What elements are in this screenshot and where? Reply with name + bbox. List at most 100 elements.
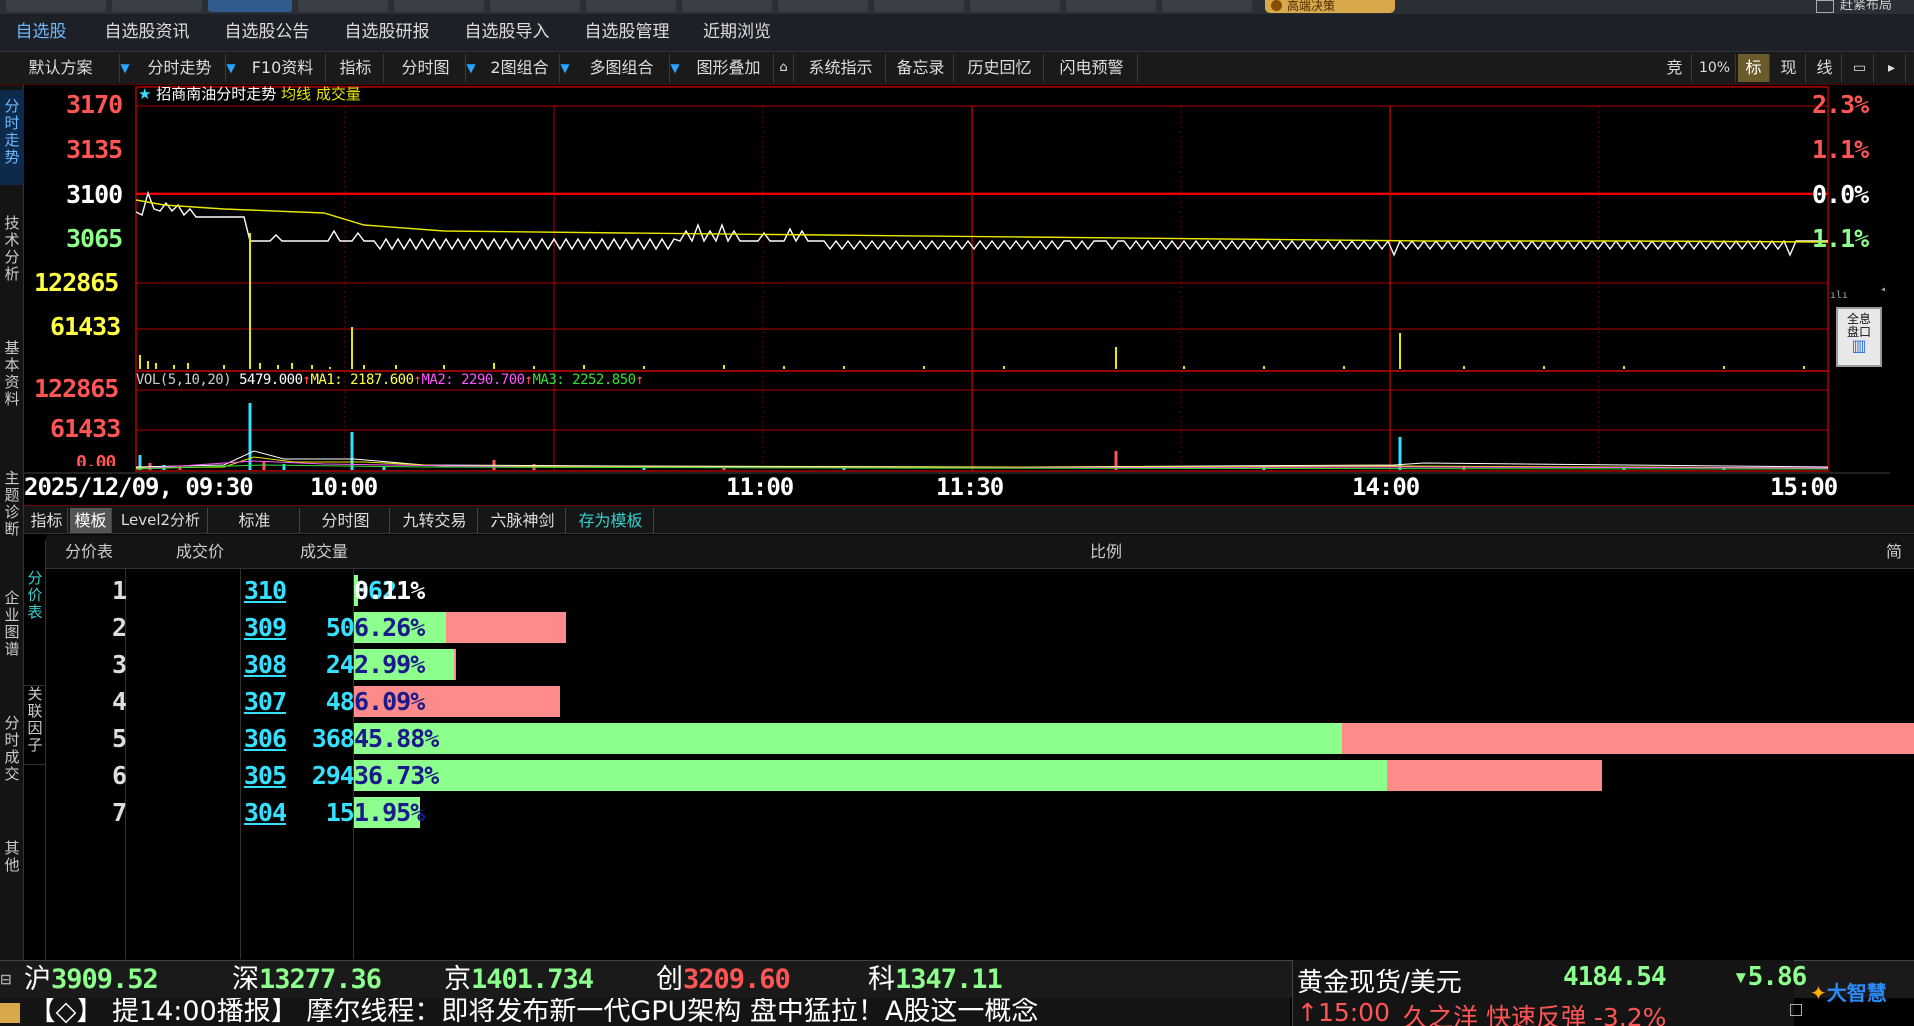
promo-link[interactable]: 赶紧布局	[1840, 0, 1914, 13]
nav-watchlist-news[interactable]: 自选股资讯	[92, 14, 202, 52]
gold-quote-panel[interactable]: 黄金现货/美元 4184.54 ▾5.86 ↑15:00 久之洋 快速反弹 -3…	[1292, 960, 1807, 1026]
chevron-down-icon[interactable]: ▼	[558, 54, 572, 82]
tab-fundamentals[interactable]: 基本资料	[0, 340, 24, 420]
overlay-button[interactable]: 图形叠加	[684, 54, 774, 82]
nav-watchlist-announcements[interactable]: 自选股公告	[212, 14, 322, 52]
nav-recent[interactable]: 近期浏览	[692, 14, 782, 52]
range-toggle[interactable]: 10%	[1694, 54, 1736, 82]
tab-other[interactable]: 其他	[0, 840, 24, 885]
top-tab[interactable]	[6, 0, 106, 12]
expand-icon[interactable]: ▸	[1878, 54, 1906, 82]
top-tab[interactable]	[490, 0, 580, 12]
row-index: 4	[111, 687, 127, 716]
tab-template[interactable]: 模板	[70, 508, 112, 533]
time-label: 11:30	[936, 473, 1004, 501]
col-ratio[interactable]: 比例	[1046, 535, 1166, 569]
news-ticker[interactable]: 【◇】 提14:00播报】 摩尔线程：即将发布新一代GPU架构 盘中猛拉！A股这…	[0, 998, 1290, 1026]
sell-bar	[1387, 760, 1602, 791]
table-row[interactable]: 6 305 294874 36.73%	[46, 757, 1914, 794]
indicator-button[interactable]: 指标	[328, 54, 384, 82]
tab-theme-diagnosis[interactable]: 主题诊断	[0, 470, 24, 550]
table-row[interactable]: 5 306 368338 45.88%	[46, 720, 1914, 757]
chevron-down-icon[interactable]: ▼	[668, 54, 682, 82]
top-tab[interactable]	[874, 0, 964, 12]
table-row[interactable]: 7 304 15629 1.95%	[46, 794, 1914, 831]
table-row[interactable]: 3 308 24018 2.99%	[46, 646, 1914, 683]
tab-indicator[interactable]: 指标	[26, 508, 68, 533]
tab-level2[interactable]: Level2分析	[114, 508, 208, 533]
table-row[interactable]: 1 310 862 0.11%	[46, 572, 1914, 609]
promo-text: 高端决策	[1287, 0, 1336, 13]
tab-technical[interactable]: 技术分析	[0, 215, 24, 295]
table-row[interactable]: 4 307 48887 6.09%	[46, 683, 1914, 720]
intraday-chart-button[interactable]: 分时图	[386, 54, 466, 82]
tab-six-pulse[interactable]: 六脉神剑	[480, 508, 566, 533]
close-icon[interactable]	[1790, 1004, 1802, 1016]
flash-alert-button[interactable]: 闪电预警	[1046, 54, 1138, 82]
top-tab[interactable]	[112, 0, 202, 12]
simple-toggle[interactable]: 简	[1876, 535, 1912, 569]
index-cy[interactable]: 创3209.60	[656, 961, 791, 999]
chevron-down-icon[interactable]: ▼	[464, 54, 478, 82]
index-bj[interactable]: 京1401.734	[444, 961, 594, 999]
chevron-down-icon[interactable]: ▼	[118, 54, 132, 82]
tab-standard[interactable]: 标准	[210, 508, 300, 533]
tab-company-graph[interactable]: 企业图谱	[0, 590, 24, 670]
top-tab-active[interactable]	[208, 0, 292, 12]
nav-watchlist-manage[interactable]: 自选股管理	[572, 14, 682, 52]
promo-banner[interactable]: 高端决策	[1265, 0, 1395, 13]
current-toggle[interactable]: 现	[1772, 54, 1806, 82]
multi-chart-combo-button[interactable]: 多图组合	[574, 54, 670, 82]
subtab-factors[interactable]: 关联因子	[24, 685, 46, 765]
lock-icon[interactable]: ⌂	[774, 54, 794, 82]
mark-toggle[interactable]: 标	[1738, 54, 1770, 82]
system-signal-button[interactable]: 系统指示	[796, 54, 886, 82]
top-tab[interactable]	[778, 0, 868, 12]
top-tab[interactable]	[298, 0, 388, 12]
index-kc[interactable]: 科1347.11	[868, 961, 1003, 999]
window-icon[interactable]: ▭	[1846, 54, 1874, 82]
nav-watchlist[interactable]: 自选股	[6, 14, 76, 52]
top-tab[interactable]	[970, 0, 1060, 12]
scheme-select[interactable]: 默认方案	[2, 54, 120, 82]
top-tab[interactable]	[1162, 0, 1252, 12]
message-icon[interactable]	[1816, 0, 1834, 13]
expand-icon[interactable]: ⊟	[0, 961, 20, 999]
nav-watchlist-research[interactable]: 自选股研报	[332, 14, 442, 52]
intraday-select[interactable]: 分时走势	[134, 54, 226, 82]
col-volume[interactable]: 成交量	[256, 535, 392, 569]
full-orderbook-card[interactable]: 全息 盘口 ▥	[1836, 307, 1882, 367]
index-value: 1347.11	[895, 964, 1003, 995]
tab-nine-turn[interactable]: 九转交易	[392, 508, 478, 533]
price-label-top: 3170	[66, 90, 123, 119]
time-label: 10:00	[310, 473, 378, 501]
chart-type-label: 分时走势	[216, 85, 277, 103]
top-tab[interactable]	[586, 0, 676, 12]
two-chart-combo-button[interactable]: 2图组合	[480, 54, 560, 82]
table-row[interactable]: 2 309 50287 6.26%	[46, 609, 1914, 646]
sell-bar	[446, 612, 566, 643]
auction-toggle[interactable]: 竞	[1658, 54, 1692, 82]
top-tab[interactable]	[1066, 0, 1156, 12]
save-template-button[interactable]: 存为模板	[568, 508, 654, 533]
tab-trades[interactable]: 分时成交	[0, 715, 24, 795]
subtab-price-table[interactable]: 分价表	[24, 570, 46, 630]
top-tab[interactable]	[394, 0, 484, 12]
col-price[interactable]: 成交价	[146, 535, 254, 569]
history-button[interactable]: 历史回忆	[956, 54, 1044, 82]
favorite-star-icon[interactable]: ★	[138, 85, 151, 103]
top-tab[interactable]	[682, 0, 772, 12]
chevron-down-icon[interactable]: ▼	[224, 54, 238, 82]
sell-bar	[1342, 723, 1914, 754]
index-sh[interactable]: 沪3909.52	[24, 961, 159, 999]
tab-intraday-chart[interactable]: 分时图	[302, 508, 390, 533]
f10-button[interactable]: F10资料	[240, 54, 326, 82]
nav-watchlist-import[interactable]: 自选股导入	[452, 14, 562, 52]
ticker-text: 【◇】 提14:00播报】 摩尔线程：即将发布新一代GPU架构 盘中猛拉！A股这…	[28, 998, 1039, 1026]
intraday-chart[interactable]: ılı ◂	[24, 85, 1890, 505]
col-index[interactable]: 分价表	[46, 535, 132, 569]
line-toggle[interactable]: 线	[1808, 54, 1842, 82]
index-sz[interactable]: 深13277.36	[232, 961, 382, 999]
tab-intraday[interactable]: 分时走势	[0, 90, 24, 185]
memo-button[interactable]: 备忘录	[888, 54, 954, 82]
